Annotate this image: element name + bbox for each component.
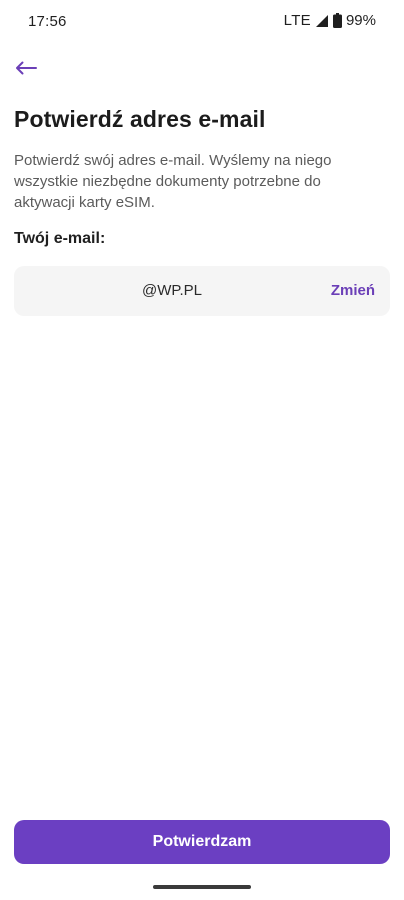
email-card: @WP.PL Zmień [14,266,390,316]
confirm-email-screen: 17:56 LTE 99% Potwierdź adres e-mail Pot… [0,0,404,900]
home-indicator[interactable] [153,885,251,889]
email-value: @WP.PL [142,282,202,299]
battery-icon [332,13,342,28]
change-email-link[interactable]: Zmień [331,282,375,299]
network-type: LTE [283,12,311,29]
signal-icon [315,14,329,28]
status-indicators: LTE 99% [284,12,376,29]
battery-percentage: 99% [345,12,376,29]
status-time: 17:56 [28,13,67,30]
status-bar: 17:56 LTE 99% [0,0,404,44]
email-label: Twój e-mail: [14,230,106,247]
page-title: Potwierdź adres e-mail [14,106,266,132]
description-text: Potwierdź swój adres e-mail. Wyślemy na … [14,152,332,211]
arrow-left-icon [15,61,37,80]
back-button[interactable] [10,54,42,86]
confirm-button[interactable]: Potwierdzam [14,820,390,864]
